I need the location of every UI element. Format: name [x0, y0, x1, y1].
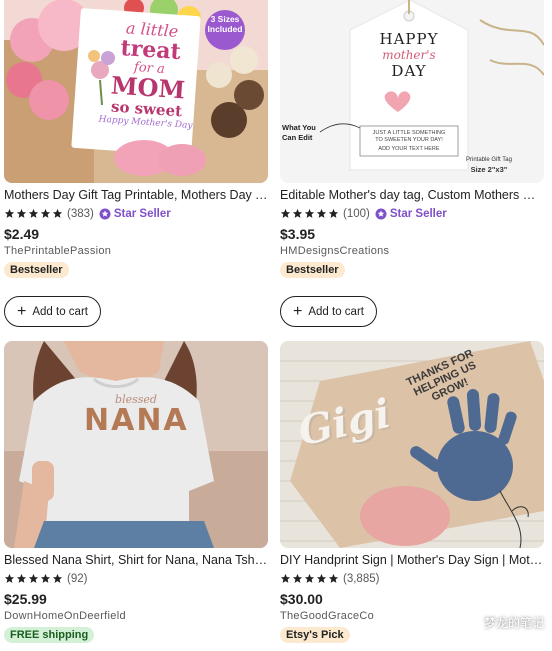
wechat-icon [462, 615, 480, 629]
star-icon [280, 208, 291, 218]
star-icon [316, 208, 327, 218]
star-icon [40, 208, 51, 218]
star-seller-icon [99, 208, 111, 219]
size-badge-line: Included [207, 24, 243, 34]
edit-callout: What You Can Edit [282, 123, 316, 143]
rating-row: (383) Star Seller [4, 205, 268, 222]
star-icon [4, 208, 15, 218]
star-icon [316, 573, 327, 583]
add-to-cart-button[interactable]: + Add to cart [4, 296, 101, 327]
editable-text-box: JUST A LITTLE SOMETHING TO SWEETEN YOUR … [360, 130, 458, 153]
star-icon [4, 573, 15, 583]
plus-icon: + [293, 302, 303, 320]
listing-image[interactable]: HAPPY mother's DAY JUST A LITTLE SOMETHI… [280, 0, 544, 183]
plus-icon: + [17, 302, 27, 320]
listing-image[interactable]: blessed NANA [4, 341, 268, 548]
bestseller-badge: Bestseller [4, 262, 69, 278]
size-line: Printable Gift Tag [466, 157, 512, 163]
star-icon [292, 573, 303, 583]
tag-line: mother's [382, 48, 436, 62]
star-icon [52, 573, 63, 583]
star-seller-label: Star Seller [113, 207, 171, 220]
treat-card-text: a little treat for a MOM so sweet Happy … [95, 17, 202, 132]
star-seller-icon [375, 208, 387, 219]
star-icon [16, 208, 27, 218]
listing-image[interactable]: Gigi THANKS FOR HELPING US GROW! [280, 341, 544, 548]
star-icon [304, 208, 315, 218]
rating-row: (92) [4, 570, 268, 587]
star-icon [40, 573, 51, 583]
star-seller-label: Star Seller [389, 207, 447, 220]
star-icon [28, 573, 39, 583]
listing-title[interactable]: DIY Handprint Sign | Mother's Day Sign |… [280, 552, 544, 568]
star-icon [16, 573, 27, 583]
star-rating [280, 573, 339, 584]
star-rating [280, 208, 339, 219]
size-badge: 3 Sizes Included [207, 14, 243, 34]
size-label: Printable Gift Tag Size 2"x3" [466, 155, 512, 175]
star-icon [280, 573, 291, 583]
add-to-cart-button[interactable]: + Add to cart [280, 296, 377, 327]
gift-tag-text: HAPPY mother's DAY [370, 30, 448, 80]
listing-card[interactable]: Gigi THANKS FOR HELPING US GROW! DIY Han… [280, 341, 544, 643]
shirt-line: NANA [84, 403, 189, 438]
nana-shirt-photo [4, 341, 268, 548]
editable-line: TO SWEETEN YOUR DAY! [375, 137, 443, 143]
listing-title[interactable]: Mothers Day Gift Tag Printable, Mothers … [4, 187, 268, 203]
listing-title[interactable]: Editable Mother's day tag, Custom Mother… [280, 187, 544, 203]
free-shipping-badge: FREE shipping [4, 627, 95, 643]
star-rating [4, 573, 63, 584]
size-badge-line: 3 Sizes [210, 14, 240, 24]
review-count: (383) [67, 207, 94, 220]
size-line: Size 2"x3" [470, 165, 508, 174]
price: $25.99 [4, 591, 47, 607]
watermark: 梦龙的笔记 [462, 613, 544, 631]
listing-card[interactable]: HAPPY mother's DAY JUST A LITTLE SOMETHI… [280, 0, 544, 278]
shirt-print: blessed NANA [84, 393, 188, 436]
listing-card[interactable]: blessed NANA Blessed Nana Shirt, Shirt f… [4, 341, 268, 643]
star-icon [328, 208, 339, 218]
price: $2.49 [4, 226, 40, 242]
rating-row: (3,885) [280, 570, 544, 587]
tag-line: DAY [391, 62, 427, 80]
shop-name[interactable]: HMDesignsCreations [280, 245, 544, 257]
listing-card[interactable]: a little treat for a MOM so sweet Happy … [4, 0, 268, 278]
star-icon [304, 573, 315, 583]
star-rating [4, 208, 63, 219]
callout-line: What You [282, 123, 316, 132]
shop-name[interactable]: DownHomeOnDeerfield [4, 610, 268, 622]
callout-line: Can Edit [282, 133, 313, 142]
review-count: (3,885) [343, 572, 380, 585]
bestseller-badge: Bestseller [280, 262, 345, 278]
editable-line: ADD YOUR TEXT HERE [378, 146, 440, 152]
star-seller-badge: Star Seller [375, 208, 447, 220]
shop-name[interactable]: ThePrintablePassion [4, 245, 268, 257]
tag-line: HAPPY [379, 30, 439, 48]
review-count: (92) [67, 572, 88, 585]
add-to-cart-label: Add to cart [32, 305, 88, 318]
star-icon [292, 208, 303, 218]
star-icon [328, 573, 339, 583]
editable-line: JUST A LITTLE SOMETHING [372, 130, 446, 136]
listing-title[interactable]: Blessed Nana Shirt, Shirt for Nana, Nana… [4, 552, 268, 568]
star-icon [52, 208, 63, 218]
price: $3.95 [280, 226, 316, 242]
rating-row: (100) Star Seller [280, 205, 544, 222]
review-count: (100) [343, 207, 370, 220]
watermark-text: 梦龙的笔记 [483, 615, 544, 630]
listing-image[interactable]: a little treat for a MOM so sweet Happy … [4, 0, 268, 183]
star-icon [28, 208, 39, 218]
star-seller-badge: Star Seller [99, 208, 171, 220]
price: $30.00 [280, 591, 323, 607]
etsys-pick-badge: Etsy's Pick [280, 627, 350, 643]
add-to-cart-label: Add to cart [308, 305, 364, 318]
